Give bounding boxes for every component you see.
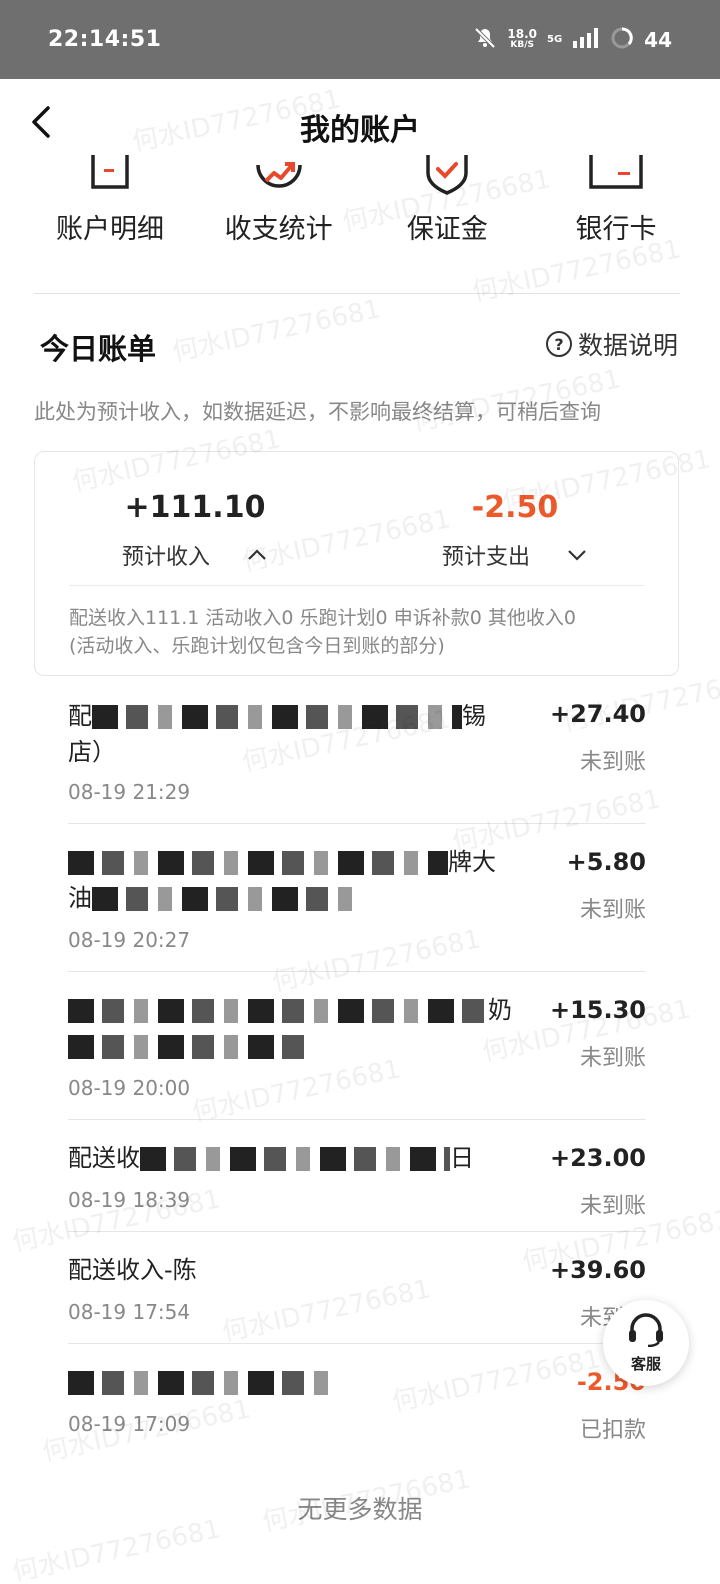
menu-bank-card[interactable]: 银行卡 [536,155,696,265]
quick-menu: 账户明细 收支统计 保证金 银行卡 [0,155,720,265]
status-time: 22:14:51 [48,27,162,52]
expense-summary: -2.50 预计支出 [365,490,665,571]
transaction-status: 未到账 [579,750,646,775]
redacted-text [92,705,462,729]
income-breakdown: 配送收入111.1 活动收入0 乐跑计划0 申诉补款0 其他收入0 (活动收入、… [69,604,576,660]
section-divider [34,293,680,294]
transaction-row[interactable]: 08-19 17:09 -2.50 已扣款 [68,1344,646,1456]
transaction-amount: +23.00 [549,1144,646,1172]
breakdown-note: (活动收入、乐跑计划仅包含今日到账的部分) [69,635,445,657]
transaction-time: 08-19 20:27 [68,928,191,952]
transaction-amount: +39.60 [549,1256,646,1284]
expense-amount: -2.50 [471,490,559,525]
summary-divider [69,585,644,586]
transaction-title [68,1364,538,1400]
network-type: 5G [546,34,563,45]
status-icons: 18.0 KB/S 5G 44 [473,26,672,54]
menu-income-stats[interactable]: 收支统计 [199,155,359,265]
transaction-row[interactable]: 牌大 油 08-19 20:27 +5.80 未到账 [68,824,646,972]
trend-chart-icon [249,155,309,195]
net-speed: 18.0 KB/S [507,26,537,50]
transaction-title: 配送收日 [68,1144,474,1172]
transaction-time: 08-19 18:39 [68,1188,191,1212]
income-amount: +111.10 [124,490,266,525]
bill-note: 此处为预计收入，如数据延迟，不影响最终结算，可稍后查询 [34,400,601,424]
breakdown-line: 配送收入111.1 活动收入0 乐跑计划0 申诉补款0 其他收入0 [69,607,576,629]
transaction-title: 奶 [68,992,538,1064]
redacted-text [68,1035,308,1059]
redacted-text [68,1371,338,1395]
menu-deposit[interactable]: 保证金 [367,155,527,265]
expense-label: 预计支出 [441,545,530,570]
status-bar: 22:14:51 18.0 KB/S 5G 44 [0,0,720,79]
redacted-text [68,851,448,875]
today-bill-title: 今日账单 [40,332,157,366]
menu-label: 收支统计 [224,214,333,245]
transaction-time: 08-19 20:00 [68,1076,191,1100]
customer-service-button[interactable]: 客服 [603,1300,689,1386]
transaction-amount: +5.80 [566,848,646,876]
menu-label: 保证金 [406,214,488,245]
transaction-row[interactable]: 配锡 店） 08-19 21:29 +27.40 未到账 [68,688,646,824]
no-more-data: 无更多数据 [297,1495,423,1524]
headset-icon [626,1312,666,1351]
transaction-time: 08-19 17:54 [68,1300,191,1324]
transaction-amount: +15.30 [549,996,646,1024]
transaction-amount: +27.40 [549,700,646,728]
page-title: 我的账户 [300,113,420,148]
transaction-time: 08-19 21:29 [68,780,191,804]
menu-label: 银行卡 [575,214,657,245]
signal-icon [572,27,600,53]
data-explanation-link[interactable]: ? 数据说明 [545,326,678,362]
battery-ring-icon [610,26,634,54]
menu-account-details[interactable]: 账户明细 [30,155,190,265]
shield-check-icon [417,155,477,195]
transaction-title: 配锡 店） [68,702,486,766]
account-page: 22:14:51 18.0 KB/S 5G 44 我的账户 账户明细 收支统计 … [0,0,720,1584]
transaction-title: 配送收入-陈 [68,1256,197,1284]
document-icon [80,155,140,195]
chevron-up-icon[interactable] [246,544,268,566]
data-explanation-label: 数据说明 [577,331,678,360]
mute-icon [473,26,497,54]
transaction-row[interactable]: 奶 08-19 20:00 +15.30 未到账 [68,972,646,1120]
income-toggle[interactable]: 预计收入 [122,539,268,571]
question-circle-icon: ? [545,331,572,357]
redacted-text [140,1147,450,1171]
transaction-time: 08-19 17:09 [68,1412,191,1436]
summary-card: +111.10 预计收入 -2.50 预计支出 配送收入111.1 活动收入0 … [34,451,679,676]
income-label: 预计收入 [121,545,210,570]
transaction-status: 未到账 [579,1194,646,1219]
transaction-row[interactable]: 配送收入-陈 08-19 17:54 +39.60 未到账 [68,1232,646,1344]
battery-level: 44 [644,27,672,52]
customer-service-label: 客服 [630,1354,661,1373]
redacted-text [68,999,488,1023]
transaction-title: 牌大 油 [68,848,496,912]
expense-toggle[interactable]: 预计支出 [442,539,588,571]
watermark: 何水ID77276681 [169,294,384,368]
income-summary: +111.10 预计收入 [45,490,345,571]
bank-card-icon [586,155,646,195]
menu-label: 账户明细 [56,214,164,245]
transaction-status: 已扣款 [579,1418,646,1443]
transaction-status: 未到账 [579,898,646,923]
chevron-down-icon[interactable] [566,544,588,566]
redacted-text [92,887,352,911]
transaction-status: 未到账 [579,1046,646,1071]
transaction-row[interactable]: 配送收日 08-19 18:39 +23.00 未到账 [68,1120,646,1232]
